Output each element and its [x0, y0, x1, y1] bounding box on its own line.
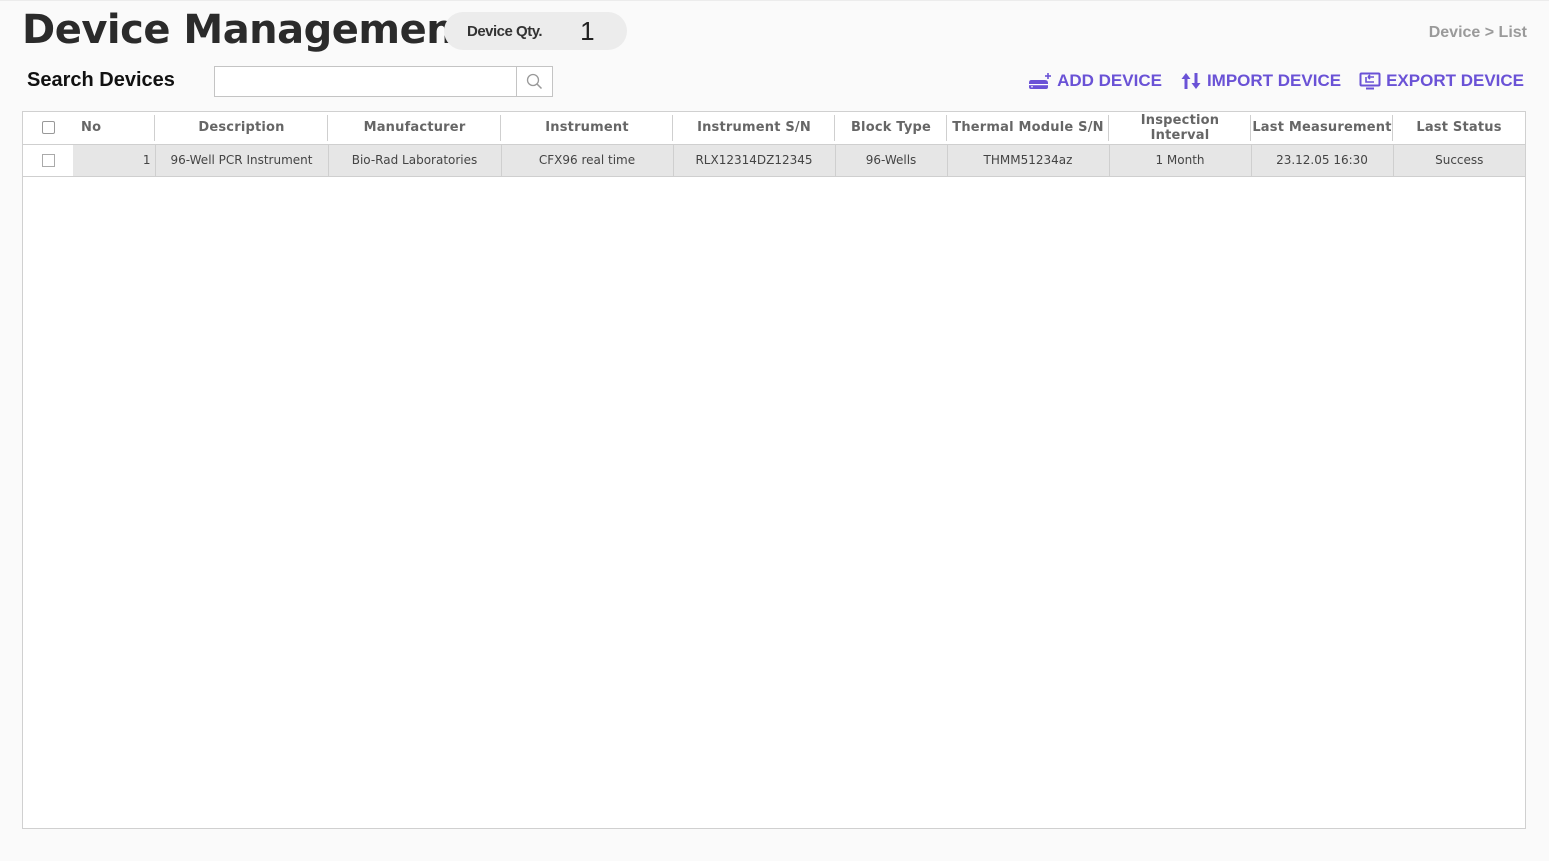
- column-header-block-type[interactable]: Block Type: [835, 112, 947, 145]
- table-header-row: No Description Manufacturer Instrument I…: [23, 112, 1525, 145]
- cell-thermal-module-sn: THMM51234az: [947, 144, 1110, 177]
- column-header-instrument-sn[interactable]: Instrument S/N: [673, 112, 835, 145]
- cell-no: 1: [73, 144, 156, 177]
- column-header-manufacturer[interactable]: Manufacturer: [328, 112, 501, 145]
- search-input[interactable]: [215, 67, 516, 96]
- device-qty-badge: Device Qty. 1: [444, 12, 627, 50]
- action-toolbar: ADD DEVICE IMPORT DEVICE EXPORT DEVICE: [1028, 71, 1524, 91]
- column-header-last-measurement[interactable]: Last Measurement: [1251, 112, 1393, 145]
- table-row[interactable]: 1 96-Well PCR Instrument Bio-Rad Laborat…: [23, 144, 1525, 177]
- import-device-button[interactable]: IMPORT DEVICE: [1180, 71, 1341, 91]
- column-header-thermal-module-sn[interactable]: Thermal Module S/N: [947, 112, 1109, 145]
- column-header-last-status[interactable]: Last Status: [1393, 112, 1525, 145]
- export-device-label: EXPORT DEVICE: [1386, 71, 1524, 90]
- import-device-label: IMPORT DEVICE: [1206, 71, 1342, 90]
- export-device-button[interactable]: EXPORT DEVICE: [1359, 71, 1524, 91]
- cell-last-status: Success: [1393, 144, 1525, 177]
- import-arrows-icon: [1181, 73, 1201, 89]
- cell-inspection-interval: 1 Month: [1109, 144, 1252, 177]
- select-all-checkbox[interactable]: [41, 121, 55, 135]
- device-qty-value: 1: [580, 15, 595, 46]
- search-button[interactable]: [516, 67, 552, 96]
- export-monitor-icon: [1359, 72, 1381, 90]
- row-select-cell: [23, 144, 73, 177]
- column-header-instrument[interactable]: Instrument: [501, 112, 673, 145]
- device-qty-label: Device Qty.: [467, 22, 543, 40]
- cell-block-type: 96-Wells: [835, 144, 948, 177]
- add-device-label: ADD DEVICE: [1057, 71, 1162, 90]
- cell-instrument-sn: RLX12314DZ12345: [673, 144, 836, 177]
- add-device-icon: [1029, 73, 1052, 89]
- cell-last-measurement: 23.12.05 16:30: [1251, 144, 1394, 177]
- breadcrumb: Device > List: [1428, 24, 1527, 41]
- row-checkbox[interactable]: [41, 154, 55, 167]
- device-table: No Description Manufacturer Instrument I…: [22, 111, 1526, 829]
- column-header-no[interactable]: No: [73, 112, 155, 145]
- cell-description: 96-Well PCR Instrument: [155, 144, 329, 177]
- cell-instrument: CFX96 real time: [501, 144, 674, 177]
- column-header-inspection-interval[interactable]: Inspection Interval: [1109, 112, 1251, 145]
- search-icon: [526, 73, 543, 90]
- search-box: [214, 66, 553, 97]
- add-device-button[interactable]: ADD DEVICE: [1028, 71, 1162, 91]
- column-header-description[interactable]: Description: [155, 112, 328, 145]
- search-label: Search Devices: [27, 69, 175, 91]
- cell-manufacturer: Bio-Rad Laboratories: [328, 144, 502, 177]
- page-title: Device Management: [22, 7, 473, 53]
- select-all-header: [23, 112, 73, 145]
